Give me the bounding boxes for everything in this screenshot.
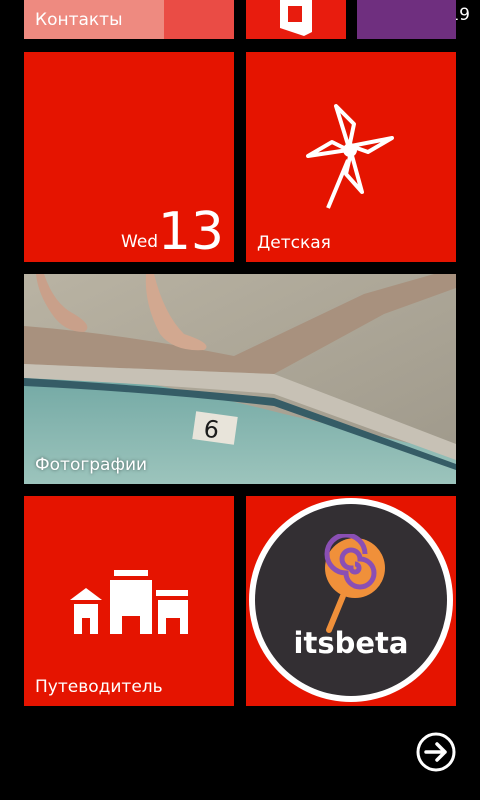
lollipop-icon: [315, 532, 391, 638]
calendar-day: Wed: [121, 232, 159, 252]
tile-calendar[interactable]: Wed 13: [24, 52, 234, 262]
tile-office[interactable]: [246, 0, 346, 39]
tile-photos[interactable]: 6 Фотографии: [24, 274, 456, 484]
photo-pool-image: 6: [24, 274, 456, 484]
arrow-right-circle-icon: [415, 732, 457, 777]
tile-city-guide[interactable]: Путеводитель: [24, 496, 234, 706]
city-buildings-icon: [70, 570, 190, 640]
tile-contacts-label: Контакты: [35, 10, 123, 30]
tile-store[interactable]: [357, 0, 456, 39]
office-icon: [274, 0, 318, 39]
itsbeta-logo-text: itsbeta: [293, 626, 409, 660]
pinwheel-icon: [306, 102, 396, 216]
tile-photos-label: Фотографии: [35, 455, 148, 475]
all-apps-button[interactable]: [415, 731, 457, 773]
contacts-photo-strip: [164, 0, 234, 39]
calendar-date: 13: [157, 202, 224, 262]
tile-contacts[interactable]: Контакты: [24, 0, 234, 39]
tile-kids-corner[interactable]: Детская: [246, 52, 456, 262]
itsbeta-logo: itsbeta: [249, 498, 453, 702]
tile-kids-label: Детская: [257, 233, 331, 253]
tile-city-guide-label: Путеводитель: [35, 677, 163, 697]
tile-itsbeta[interactable]: itsbeta: [246, 496, 456, 706]
